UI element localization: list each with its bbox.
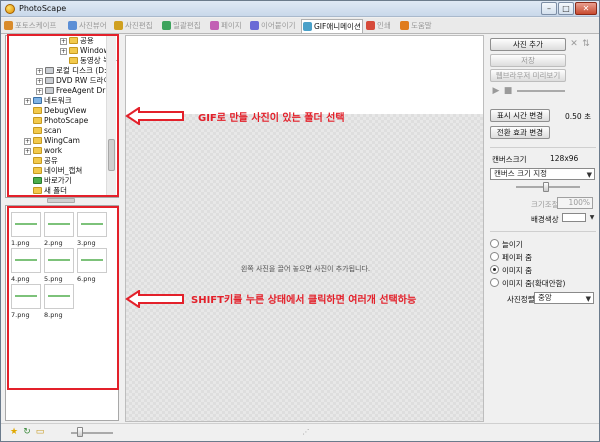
tab-print[interactable]: 인쇄: [365, 19, 397, 33]
thumbnail-size-knob[interactable]: [77, 427, 83, 437]
tab-label: 사진뷰어: [79, 21, 107, 30]
radio-paper-zoom-label: 페이퍼 줌: [502, 253, 532, 262]
radio-paper-zoom[interactable]: [490, 252, 499, 261]
align-select[interactable]: 중앙 ▼: [534, 292, 594, 304]
viewer-tab-icon: [68, 21, 77, 30]
display-time-value: 0.50 초: [565, 112, 591, 121]
combine-tab-icon: [250, 21, 259, 30]
bg-color-label: 배경색상: [531, 215, 559, 224]
change-effect-button[interactable]: 전환 효과 변경: [490, 126, 550, 139]
canvas-size-selected: 캔버스 크기 지정: [494, 169, 548, 178]
tab-batch[interactable]: 일괄편집: [161, 19, 207, 33]
divider: [490, 231, 596, 232]
radio-stretch[interactable]: [490, 239, 499, 248]
radio-image-zoom-noexpand-label: 이미지 줌(확대안함): [502, 279, 566, 288]
help-tab-icon: [400, 21, 409, 30]
app-window: PhotoScape – □ ✕ 포토스케이프 사진뷰어 사진편집 일괄편집 페…: [0, 0, 600, 442]
print-tab-icon: [366, 21, 375, 30]
shift-annotation: SHIFT키를 누른 상태에서 클릭하면 여러개 선택하능: [191, 295, 417, 306]
tab-label: 포토스케이프: [15, 21, 57, 30]
gif-tab-icon: [303, 22, 312, 31]
annotation-arrow-icon: [125, 107, 184, 125]
align-selected: 중앙: [538, 293, 552, 302]
radio-image-zoom[interactable]: [490, 265, 499, 274]
tab-label: 페이지: [221, 21, 242, 30]
chevron-down-icon[interactable]: ▼: [587, 213, 597, 223]
photoscape-tab-icon: [4, 21, 13, 30]
tab-help[interactable]: 도움말: [399, 19, 439, 33]
canvas-size-label: 캔버스크기: [492, 155, 527, 164]
radio-stretch-label: 늘이기: [502, 240, 523, 249]
tab-label: 도움말: [411, 21, 432, 30]
folder-annotation: GIF로 만들 사진이 있는 폴더 선택: [198, 113, 345, 124]
tab-label: 인쇄: [377, 21, 391, 30]
canvas-size-value: 128x96: [550, 154, 579, 163]
folder-open-icon[interactable]: ▭: [35, 427, 45, 437]
resize-grip-icon[interactable]: ⋰: [301, 427, 311, 437]
change-time-button[interactable]: 표시 시간 변경: [490, 109, 550, 122]
close-button[interactable]: ✕: [575, 2, 597, 15]
resize-field[interactable]: 100%: [557, 197, 593, 209]
tab-label: 이어붙이기: [261, 21, 296, 30]
resize-slider-knob[interactable]: [543, 182, 549, 192]
tab-label: 일괄편집: [173, 21, 201, 30]
batch-tab-icon: [162, 21, 171, 30]
tab-label: 사진편집: [125, 21, 153, 30]
tab-page[interactable]: 페이지: [209, 19, 247, 33]
stop-icon[interactable]: ■: [503, 86, 513, 96]
app-logo-icon: [5, 4, 15, 14]
divider: [490, 147, 596, 148]
delete-icon[interactable]: ✕: [569, 39, 579, 49]
sort-icon[interactable]: ⇅: [581, 39, 591, 49]
maximize-button[interactable]: □: [558, 2, 574, 15]
canvas-size-select[interactable]: 캔버스 크기 지정 ▼: [490, 168, 595, 180]
gif-canvas[interactable]: 왼쪽 사진을 끌어 놓으면 사진이 추가됩니다.: [125, 35, 484, 422]
editor-tab-icon: [114, 21, 123, 30]
star-icon[interactable]: ★: [9, 427, 19, 437]
status-bar: ★ ↻ ▭ ⋰: [1, 423, 599, 441]
annotation-box-folder-tree: [7, 34, 119, 197]
chevron-down-icon: ▼: [586, 171, 592, 179]
annotation-arrow-icon: [125, 290, 184, 308]
tab-photoscape[interactable]: 포토스케이프: [3, 19, 65, 33]
tab-combine[interactable]: 이어붙이기: [249, 19, 301, 33]
add-photo-button[interactable]: 사진 추가: [490, 38, 566, 51]
refresh-icon[interactable]: ↻: [22, 427, 32, 437]
tab-gif-animation[interactable]: GIF애니메이션: [301, 19, 363, 33]
window-title: PhotoScape: [19, 4, 67, 13]
chevron-down-icon: ▼: [585, 295, 591, 303]
align-label: 사진정렬: [507, 295, 535, 304]
drop-hint: 왼쪽 사진을 끌어 놓으면 사진이 추가됩니다.: [240, 265, 371, 273]
radio-image-zoom-noexpand[interactable]: [490, 278, 499, 287]
tab-viewer[interactable]: 사진뷰어: [67, 19, 111, 33]
playback-slider[interactable]: [517, 90, 565, 92]
minimize-button[interactable]: –: [541, 2, 557, 15]
resize-label: 크기조절: [531, 200, 559, 209]
bg-color-swatch[interactable]: [562, 213, 586, 222]
title-bar: PhotoScape – □ ✕: [1, 1, 599, 17]
radio-image-zoom-label: 이미지 줌: [502, 266, 532, 275]
tab-bar: 포토스케이프 사진뷰어 사진편집 일괄편집 페이지 이어붙이기 GIF애니메이션…: [1, 18, 599, 34]
play-icon[interactable]: ▶: [491, 86, 501, 96]
browser-preview-button[interactable]: 웹브라우저 미리보기: [490, 69, 566, 82]
page-tab-icon: [210, 21, 219, 30]
save-button[interactable]: 저장: [490, 54, 566, 67]
tab-editor[interactable]: 사진편집: [113, 19, 159, 33]
pane-splitter[interactable]: [47, 198, 75, 203]
annotation-box-thumbnails: [7, 206, 119, 390]
tab-label: GIF애니메이션: [314, 22, 361, 31]
